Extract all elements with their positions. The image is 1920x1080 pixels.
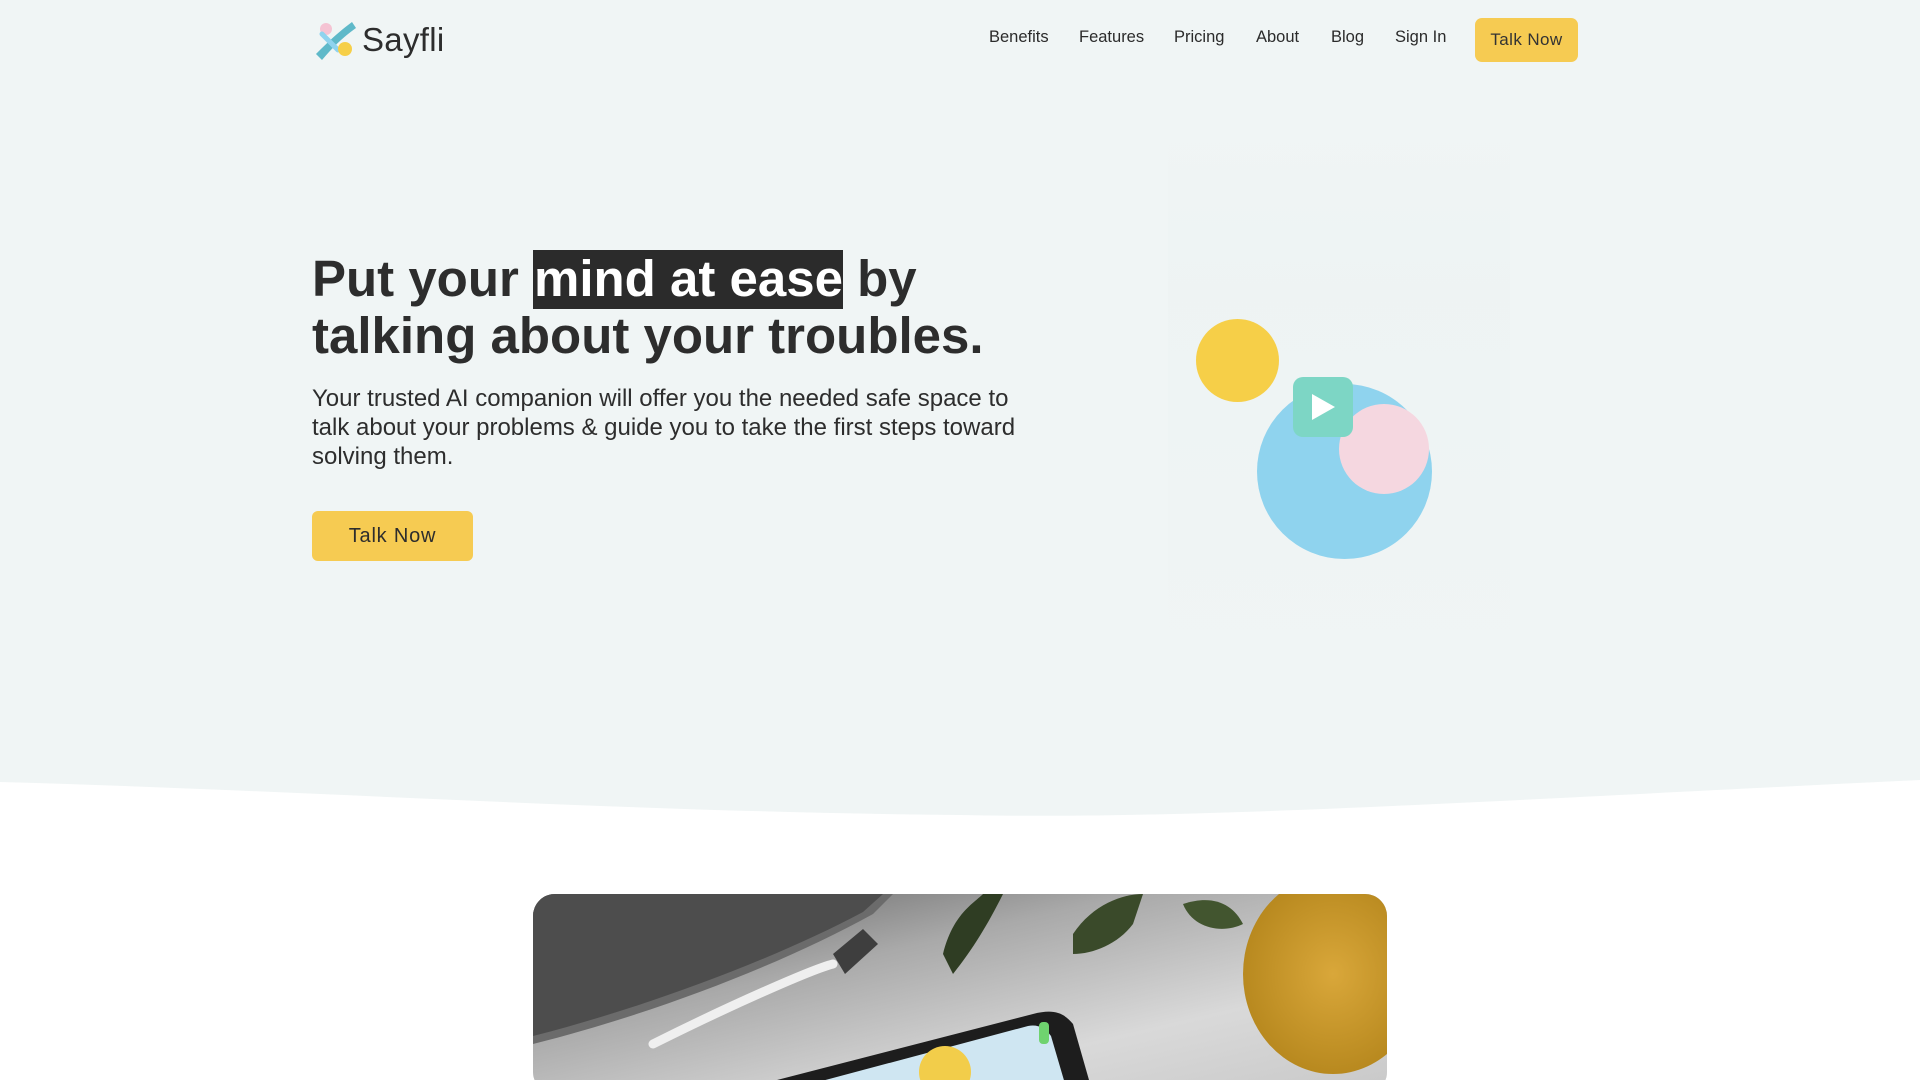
nav-link-features[interactable]: Features bbox=[1079, 28, 1144, 47]
nav-link-sign-in[interactable]: Sign In bbox=[1395, 28, 1446, 47]
phone-desk-photo bbox=[533, 894, 1387, 1080]
play-icon bbox=[1312, 394, 1335, 420]
play-video-button[interactable] bbox=[1293, 377, 1353, 437]
nav-talk-now-button[interactable]: Talk Now bbox=[1475, 18, 1578, 62]
nav-links: Benefits Features Pricing About Blog Sig… bbox=[0, 28, 1920, 52]
hero-talk-now-button[interactable]: Talk Now bbox=[312, 511, 473, 561]
hero-subtext: Your trusted AI companion will offer you… bbox=[312, 385, 1016, 470]
nav-link-pricing[interactable]: Pricing bbox=[1174, 28, 1224, 47]
hero-headline: Put your mind at ease by talking about y… bbox=[312, 250, 1072, 364]
hero-photo bbox=[533, 894, 1387, 1080]
headline-highlight: mind at ease bbox=[533, 250, 843, 309]
headline-before: Put your bbox=[312, 250, 534, 307]
nav-link-benefits[interactable]: Benefits bbox=[989, 28, 1049, 47]
nav-link-blog[interactable]: Blog bbox=[1331, 28, 1364, 47]
top-navigation: Sayfli Benefits Features Pricing About B… bbox=[0, 0, 1920, 80]
nav-link-about[interactable]: About bbox=[1256, 28, 1299, 47]
yellow-circle bbox=[1196, 319, 1279, 402]
